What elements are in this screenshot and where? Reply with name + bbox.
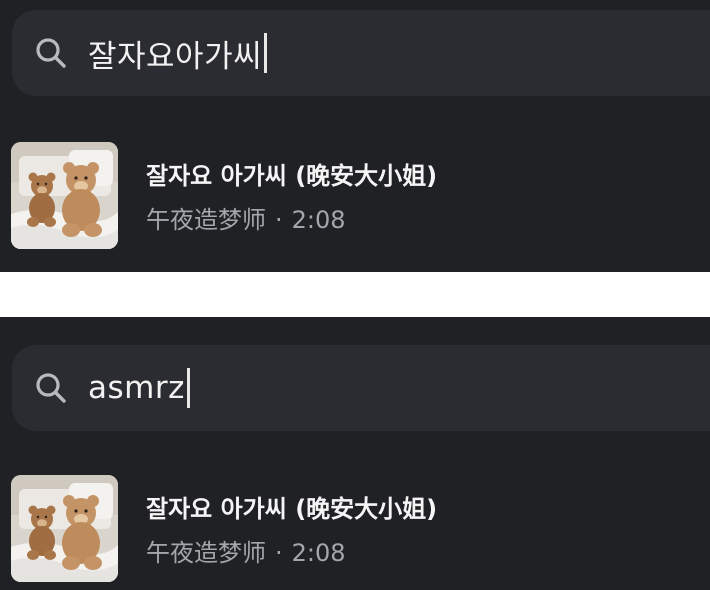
search-query-text: asmrz [88,370,185,406]
text-caret [264,33,268,73]
artist-name: 午夜造梦师 [146,539,266,567]
text-caret [186,368,190,408]
song-title: 잘자요 아가씨 (晚安大小姐) [146,495,438,523]
search-panel-2: asmrz 잘자요 아가씨 (晚安大小姐) 午夜造梦师 · 2:08 [0,317,710,590]
album-art-teddy-bears[interactable] [11,475,118,582]
search-panel-1: 잘자요아가씨 잘자요 아가씨 (晚安大小姐) 午夜造梦师 · 2:08 [0,0,710,272]
meta-separator: · [275,206,283,234]
album-art-teddy-bears[interactable] [11,142,118,249]
song-meta: 午夜造梦师 · 2:08 [146,200,346,235]
song-duration: 2:08 [291,206,346,234]
search-input[interactable]: asmrz [88,366,190,410]
artist-name: 午夜造梦师 [146,206,266,234]
song-duration: 2:08 [291,539,346,567]
search-result-row[interactable]: 잘자요 아가씨 (晚安大小姐) 午夜造梦师 · 2:08 [0,475,710,585]
search-input[interactable]: 잘자요아가씨 [88,31,268,75]
search-icon[interactable] [34,36,68,70]
search-icon[interactable] [34,371,68,405]
meta-separator: · [275,539,283,567]
song-meta: 午夜造梦师 · 2:08 [146,533,346,568]
search-result-row[interactable]: 잘자요 아가씨 (晚安大小姐) 午夜造梦师 · 2:08 [0,142,710,252]
search-query-text: 잘자요아가씨 [88,38,263,75]
search-bar[interactable]: 잘자요아가씨 [12,10,710,96]
song-title: 잘자요 아가씨 (晚安大小姐) [146,162,438,190]
search-bar[interactable]: asmrz [12,345,710,431]
